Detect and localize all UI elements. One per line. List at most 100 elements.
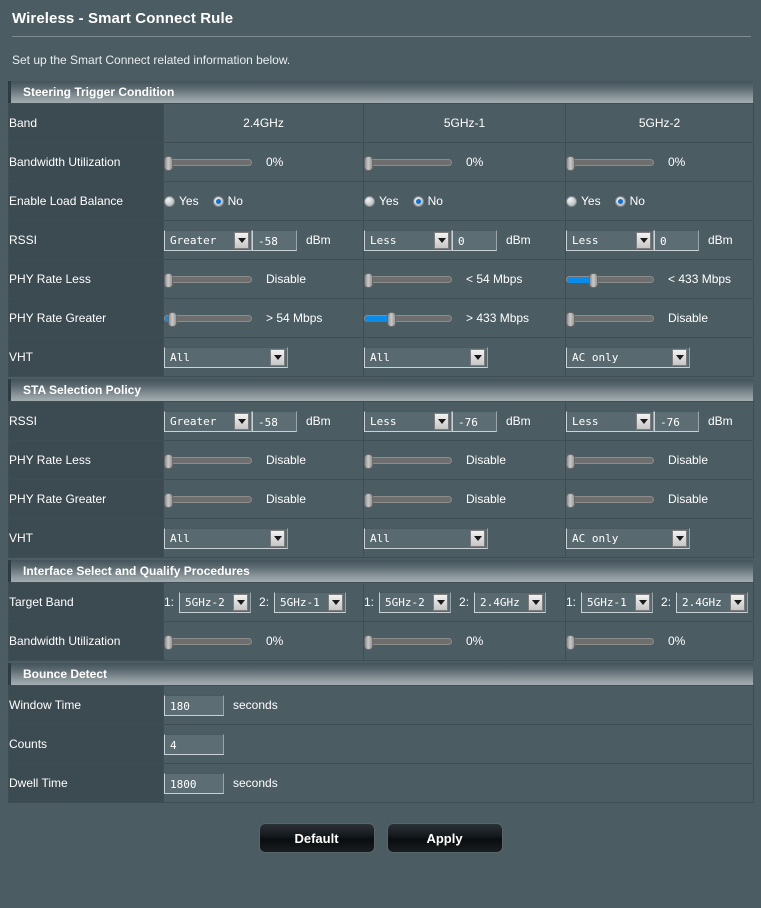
radio-no-5ghz1[interactable]: No — [412, 194, 443, 208]
input-rssi-value-24ghz[interactable]: -58 — [252, 229, 297, 251]
input-dwell-time[interactable]: 1800 — [164, 772, 224, 794]
slider-knob[interactable] — [164, 493, 173, 508]
chevron-down-icon[interactable] — [672, 529, 687, 547]
radio-icon-selected[interactable] — [212, 195, 224, 207]
radio-icon[interactable] — [164, 195, 175, 207]
select-sta-rssi-compare-24ghz[interactable]: Greater — [164, 410, 252, 432]
chevron-down-icon[interactable] — [434, 231, 449, 249]
slider-phy-rate-greater-24ghz[interactable] — [164, 312, 252, 327]
slider-sta-phy-rate-less-24ghz[interactable] — [164, 454, 252, 469]
apply-button[interactable]: Apply — [386, 823, 503, 853]
chevron-down-icon[interactable] — [470, 348, 485, 366]
slider-knob[interactable] — [566, 454, 575, 469]
slider-sta-phy-rate-greater-24ghz[interactable] — [164, 493, 252, 508]
select-value: AC only — [572, 531, 619, 545]
select-vht-5ghz2[interactable]: AC only — [566, 346, 690, 368]
table-row-sta-phy-rate-less: PHY Rate Less Disable Disable Disable — [8, 440, 754, 480]
radio-icon-selected[interactable] — [412, 195, 424, 207]
slider-knob[interactable] — [589, 273, 598, 288]
chevron-down-icon[interactable] — [433, 593, 449, 611]
select-sta-rssi-compare-5ghz1[interactable]: Less — [364, 410, 452, 432]
chevron-down-icon[interactable] — [636, 412, 651, 430]
chevron-down-icon[interactable] — [328, 593, 344, 611]
default-button[interactable]: Default — [258, 823, 375, 853]
slider-knob[interactable] — [387, 312, 396, 327]
input-rssi-value-5ghz2[interactable]: 0 — [654, 229, 699, 251]
select-target-band-1-5ghz2[interactable]: 5GHz-1 — [581, 591, 654, 613]
chevron-down-icon[interactable] — [635, 593, 651, 611]
slider-knob[interactable] — [566, 635, 575, 650]
input-sta-rssi-value-24ghz[interactable]: -58 — [252, 410, 297, 432]
slider-knob[interactable] — [566, 156, 575, 171]
slider-interface-bw-5ghz1[interactable] — [364, 635, 452, 650]
select-sta-rssi-compare-5ghz2[interactable]: Less — [566, 410, 654, 432]
slider-knob[interactable] — [164, 273, 173, 288]
slider-phy-rate-greater-5ghz1[interactable] — [364, 312, 452, 327]
slider-knob[interactable] — [364, 156, 373, 171]
slider-phy-rate-less-5ghz2[interactable] — [566, 273, 654, 288]
slider-bandwidth-utilization-24ghz[interactable] — [164, 156, 252, 171]
select-rssi-compare-5ghz1[interactable]: Less — [364, 229, 452, 251]
input-sta-rssi-value-5ghz1[interactable]: -76 — [452, 410, 497, 432]
chevron-down-icon[interactable] — [672, 348, 687, 366]
radio-icon[interactable] — [364, 195, 375, 207]
chevron-down-icon[interactable] — [234, 231, 249, 249]
chevron-down-icon[interactable] — [730, 593, 746, 611]
select-target-band-2-24ghz[interactable]: 5GHz-1 — [274, 591, 347, 613]
cell-bw-util-2: 0% — [565, 142, 754, 182]
chevron-down-icon[interactable] — [636, 231, 651, 249]
chevron-down-icon[interactable] — [270, 348, 285, 366]
slider-knob[interactable] — [164, 454, 173, 469]
select-target-band-1-24ghz[interactable]: 5GHz-2 — [179, 591, 252, 613]
input-rssi-value-5ghz1[interactable]: 0 — [452, 229, 497, 251]
slider-sta-phy-rate-less-5ghz2[interactable] — [566, 454, 654, 469]
slider-phy-rate-less-24ghz[interactable] — [164, 273, 252, 288]
select-rssi-compare-24ghz[interactable]: Greater — [164, 229, 252, 251]
slider-phy-rate-greater-5ghz2[interactable] — [566, 312, 654, 327]
slider-knob[interactable] — [168, 312, 177, 327]
slider-knob[interactable] — [364, 454, 373, 469]
radio-yes-5ghz1[interactable]: Yes — [364, 194, 399, 208]
slider-phy-rate-less-5ghz1[interactable] — [364, 273, 452, 288]
slider-interface-bw-24ghz[interactable] — [164, 635, 252, 650]
radio-icon[interactable] — [566, 195, 577, 207]
select-sta-vht-5ghz2[interactable]: AC only — [566, 527, 690, 549]
slider-knob[interactable] — [164, 635, 173, 650]
slider-bandwidth-utilization-5ghz1[interactable] — [364, 156, 452, 171]
slider-knob[interactable] — [364, 635, 373, 650]
slider-knob[interactable] — [364, 493, 373, 508]
chevron-down-icon[interactable] — [234, 412, 249, 430]
slider-sta-phy-rate-less-5ghz1[interactable] — [364, 454, 452, 469]
select-sta-vht-5ghz1[interactable]: All — [364, 527, 488, 549]
chevron-down-icon[interactable] — [233, 593, 249, 611]
select-sta-vht-24ghz[interactable]: All — [164, 527, 288, 549]
input-window-time[interactable]: 180 — [164, 694, 224, 716]
slider-knob[interactable] — [364, 273, 373, 288]
select-vht-5ghz1[interactable]: All — [364, 346, 488, 368]
select-target-band-2-5ghz2[interactable]: 2.4GHz — [676, 591, 749, 613]
slider-knob[interactable] — [566, 493, 575, 508]
radio-yes-5ghz2[interactable]: Yes — [566, 194, 601, 208]
slider-sta-phy-rate-greater-5ghz2[interactable] — [566, 493, 654, 508]
slider-knob[interactable] — [566, 312, 575, 327]
select-target-band-1-5ghz1[interactable]: 5GHz-2 — [379, 591, 452, 613]
slider-bandwidth-utilization-5ghz2[interactable] — [566, 156, 654, 171]
radio-icon-selected[interactable] — [614, 195, 626, 207]
input-sta-rssi-value-5ghz2[interactable]: -76 — [654, 410, 699, 432]
chevron-down-icon[interactable] — [470, 529, 485, 547]
input-counts[interactable]: 4 — [164, 733, 224, 755]
radio-yes-24ghz[interactable]: Yes — [164, 194, 199, 208]
slider-knob[interactable] — [164, 156, 173, 171]
table-row-target-band: Target Band 1: 5GHz-2 2: 5GHz-1 1: 5GHz-… — [8, 582, 754, 622]
select-vht-24ghz[interactable]: All — [164, 346, 288, 368]
slider-interface-bw-5ghz2[interactable] — [566, 635, 654, 650]
chevron-down-icon[interactable] — [528, 593, 544, 611]
select-rssi-compare-5ghz2[interactable]: Less — [566, 229, 654, 251]
radio-no-5ghz2[interactable]: No — [614, 194, 645, 208]
select-target-band-2-5ghz1[interactable]: 2.4GHz — [474, 591, 547, 613]
priority-2-label: 2: — [661, 595, 672, 609]
chevron-down-icon[interactable] — [434, 412, 449, 430]
slider-sta-phy-rate-greater-5ghz1[interactable] — [364, 493, 452, 508]
radio-no-24ghz[interactable]: No — [212, 194, 243, 208]
chevron-down-icon[interactable] — [270, 529, 285, 547]
